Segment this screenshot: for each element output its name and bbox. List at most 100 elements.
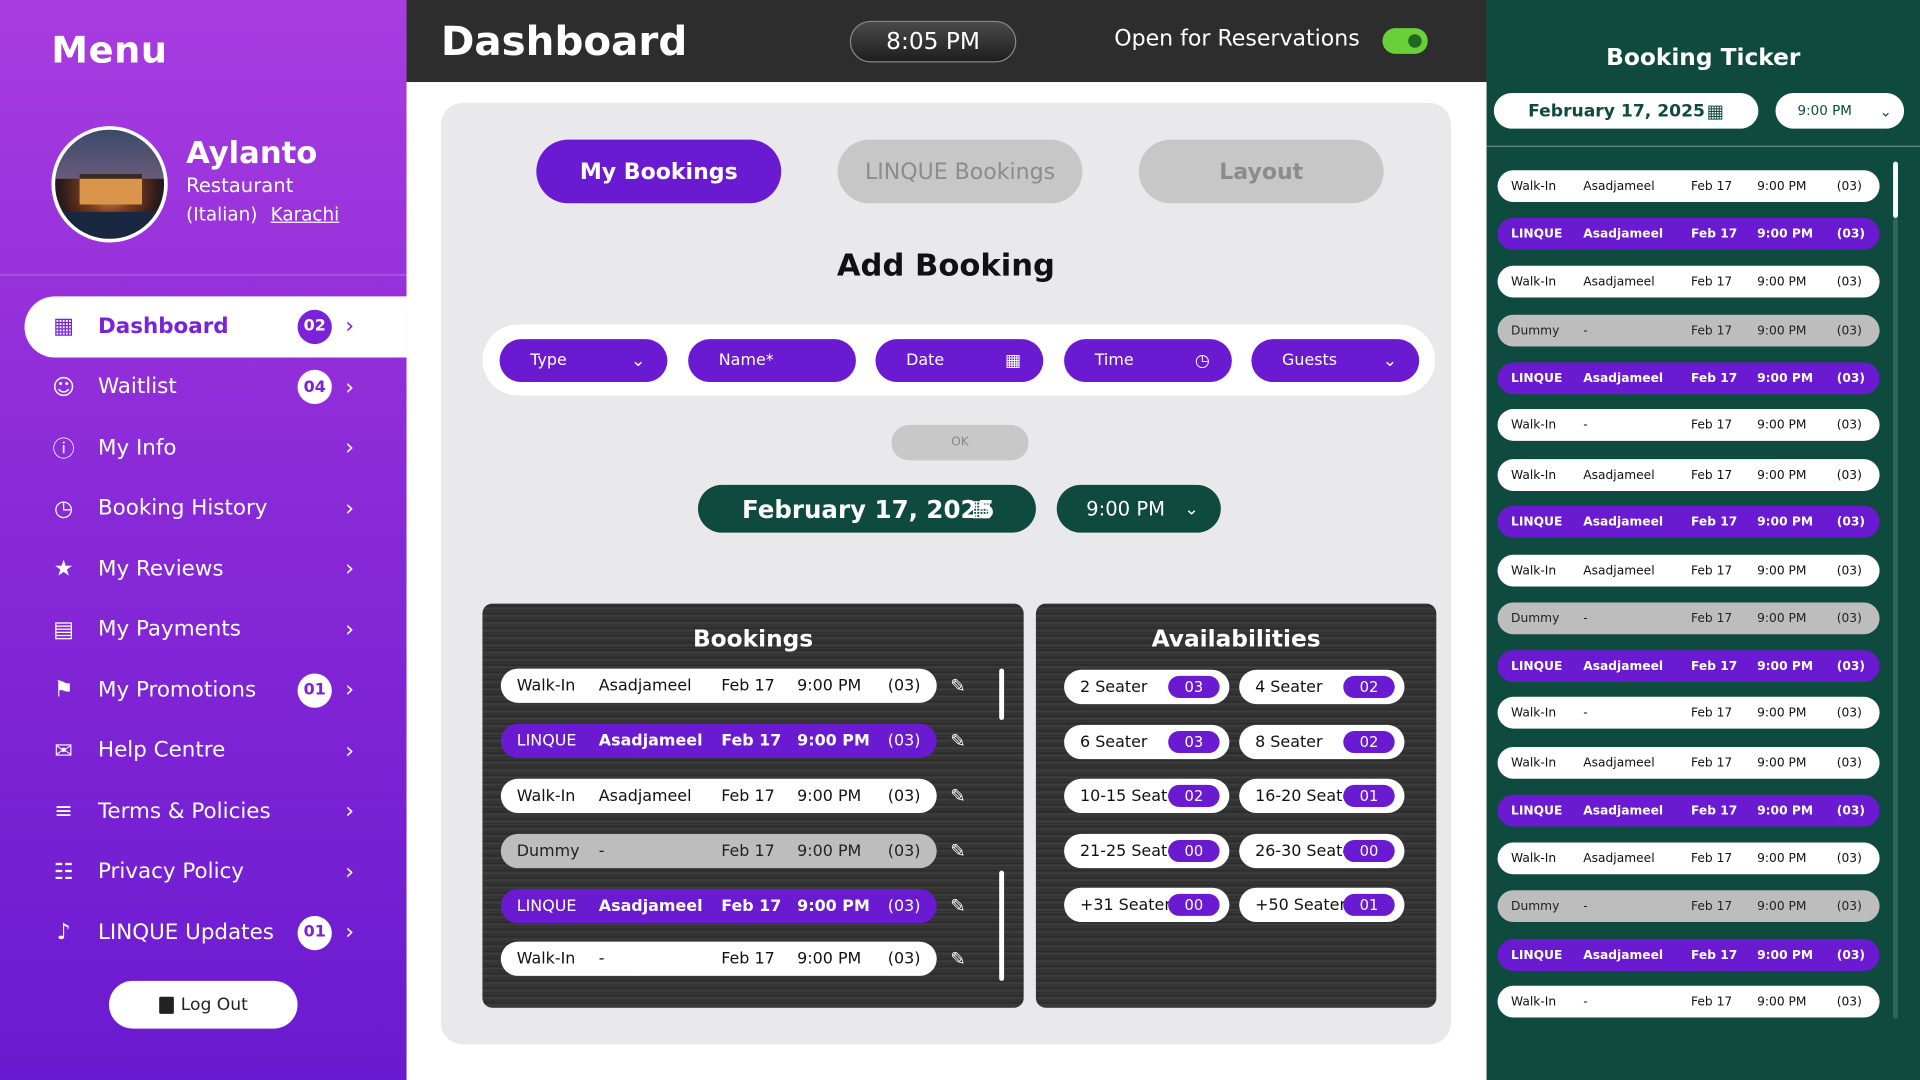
logout-button[interactable]: Log Out	[108, 980, 298, 1029]
restaurant-name: Aylanto	[186, 134, 318, 171]
pencil-icon[interactable]: ✎	[950, 730, 965, 752]
ticker-row[interactable]: LINQUE Asadjameel Feb 17 9:00 PM (03)	[1497, 217, 1880, 250]
ticker-time: 9:00 PM	[1757, 659, 1814, 673]
scrollbar-thumb[interactable]	[999, 668, 1005, 721]
type-select[interactable]: Type ⌄	[499, 339, 668, 383]
ticker-time: 9:00 PM	[1757, 994, 1807, 1009]
scrollbar-thumb[interactable]	[999, 870, 1005, 981]
ticker-time: 9:00 PM	[1757, 468, 1807, 482]
promotions-icon: ⚑	[53, 677, 74, 704]
ticker-time: 9:00 PM	[1757, 323, 1807, 338]
avatar[interactable]	[51, 126, 168, 243]
ticker-row[interactable]: Walk-In Asadjameel Feb 17 9:00 PM (03)	[1497, 265, 1880, 298]
clock-icon: ◷	[1194, 350, 1210, 371]
ticker-row[interactable]: Walk-In Asadjameel Feb 17 9:00 PM (03)	[1497, 842, 1880, 875]
booking-row[interactable]: LINQUE Asadjameel Feb 17 9:00 PM (03)	[500, 723, 937, 758]
pencil-icon[interactable]: ✎	[950, 840, 965, 862]
pencil-icon[interactable]: ✎	[950, 895, 965, 917]
ticker-date: Feb 17	[1691, 274, 1733, 289]
open-reservations-toggle[interactable]	[1382, 28, 1428, 54]
ticker-date: Feb 17	[1691, 994, 1733, 1009]
pencil-icon[interactable]: ✎	[950, 948, 965, 970]
booking-source: LINQUE	[516, 896, 577, 916]
sidebar-item-linque-updates[interactable]: ♪ LINQUE Updates 01 ›	[0, 902, 407, 963]
time-picker[interactable]: 9:00 PM ⌄	[1056, 484, 1221, 533]
ticker-row[interactable]: Walk-In Asadjameel Feb 17 9:00 PM (03)	[1497, 746, 1880, 779]
ticker-time: 9:00 PM	[1757, 948, 1814, 962]
ticker-row[interactable]: Walk-In - Feb 17 9:00 PM (03)	[1497, 408, 1880, 441]
sidebar-item-label: Waitlist	[97, 375, 177, 400]
availability-count: 00	[1168, 893, 1220, 916]
ticker-date: Feb 17	[1691, 418, 1733, 432]
count-badge: 01	[297, 915, 332, 950]
ticker-row[interactable]: LINQUE Asadjameel Feb 17 9:00 PM (03)	[1497, 650, 1880, 683]
top-header: Dashboard 8:05 PM Open for Reservations	[406, 0, 1487, 83]
time-field[interactable]: Time ◷	[1064, 339, 1232, 383]
ticker-row[interactable]: LINQUE Asadjameel Feb 17 9:00 PM (03)	[1497, 939, 1880, 972]
booking-name: -	[598, 949, 605, 968]
ticker-row[interactable]: Dummy - Feb 17 9:00 PM (03)	[1497, 602, 1880, 635]
booking-row[interactable]: LINQUE Asadjameel Feb 17 9:00 PM (03)	[500, 888, 937, 924]
sidebar-item-privacy-policy[interactable]: ☷ Privacy Policy ›	[0, 842, 407, 903]
date-field[interactable]: Date ▦	[875, 339, 1044, 383]
ticker-guests: (03)	[1836, 705, 1862, 720]
tab-my-bookings[interactable]: My Bookings	[536, 139, 782, 204]
tab-linque-bookings[interactable]: LINQUE Bookings	[837, 139, 1083, 204]
ticker-row[interactable]: LINQUE Asadjameel Feb 17 9:00 PM (03)	[1497, 362, 1880, 395]
sidebar-item-my-reviews[interactable]: ★ My Reviews ›	[0, 539, 407, 600]
ok-button[interactable]: OK	[891, 424, 1029, 461]
tab-layout[interactable]: Layout	[1138, 139, 1384, 204]
sidebar-item-help-centre[interactable]: ✉ Help Centre ›	[0, 721, 407, 782]
sidebar-item-waitlist[interactable]: ☺ Waitlist 04 ›	[0, 357, 407, 418]
ticker-name: Asadjameel	[1583, 948, 1664, 962]
restaurant-type: Restaurant	[186, 173, 294, 198]
booking-source: Dummy	[516, 841, 580, 861]
ticker-scrollbar-thumb[interactable]	[1893, 161, 1898, 218]
guests-label: Guests	[1282, 351, 1338, 370]
page-title: Dashboard	[440, 17, 688, 65]
guests-select[interactable]: Guests ⌄	[1251, 339, 1420, 383]
ticker-row[interactable]: Walk-In Asadjameel Feb 17 9:00 PM (03)	[1497, 459, 1880, 492]
ticker-row[interactable]: LINQUE Asadjameel Feb 17 9:00 PM (03)	[1497, 794, 1880, 827]
ticker-date-picker[interactable]: February 17, 2025 ▦	[1493, 93, 1759, 129]
booking-row[interactable]: Dummy - Feb 17 9:00 PM (03)	[500, 833, 937, 869]
ticker-row[interactable]: Dummy - Feb 17 9:00 PM (03)	[1497, 890, 1880, 923]
ticker-row[interactable]: LINQUE Asadjameel Feb 17 9:00 PM (03)	[1497, 505, 1880, 538]
sidebar-item-my-promotions[interactable]: ⚑ My Promotions 01 ›	[0, 660, 407, 721]
ticker-name: -	[1583, 611, 1588, 626]
open-reservations-label: Open for Reservations	[1114, 25, 1360, 52]
booking-row[interactable]: Walk-In Asadjameel Feb 17 9:00 PM (03)	[500, 778, 937, 814]
sidebar-item-booking-history[interactable]: ◷ Booking History ›	[0, 478, 407, 539]
ticker-row[interactable]: Walk-In - Feb 17 9:00 PM (03)	[1497, 985, 1880, 1018]
name-field[interactable]: Name*	[688, 339, 856, 383]
ticker-time-picker[interactable]: 9:00 PM ⌄	[1775, 93, 1905, 129]
availability-count: 02	[1343, 675, 1395, 698]
ticker-row[interactable]: Walk-In - Feb 17 9:00 PM (03)	[1497, 696, 1880, 729]
availability-count: 01	[1343, 784, 1395, 807]
ticker-scrollbar-track[interactable]	[1893, 217, 1898, 1019]
ticker-row[interactable]: Dummy - Feb 17 9:00 PM (03)	[1497, 314, 1880, 347]
sidebar-item-my-info[interactable]: ⓘ My Info ›	[0, 418, 407, 479]
ticker-row[interactable]: Walk-In Asadjameel Feb 17 9:00 PM (03)	[1497, 554, 1880, 587]
ticker-date: Feb 17	[1691, 851, 1733, 866]
booking-row[interactable]: Walk-In Asadjameel Feb 17 9:00 PM (03)	[500, 668, 937, 703]
sidebar-item-terms-policies[interactable]: ≡ Terms & Policies ›	[0, 781, 407, 842]
pencil-icon[interactable]: ✎	[950, 675, 965, 697]
clock-display: 8:05 PM	[849, 20, 1017, 63]
ticker-guests: (03)	[1836, 274, 1862, 289]
pencil-icon[interactable]: ✎	[950, 785, 965, 807]
availability-label: 6 Seater	[1080, 732, 1148, 752]
ticker-row[interactable]: Walk-In Asadjameel Feb 17 9:00 PM (03)	[1497, 170, 1880, 203]
ticker-time: 9:00 PM	[1757, 563, 1807, 578]
ticker-time: 9:00 PM	[1757, 851, 1807, 866]
user-clock-icon: ☺	[52, 374, 76, 401]
date-picker[interactable]: February 17, 2025 ▦	[697, 484, 1036, 533]
booking-row[interactable]: Walk-In - Feb 17 9:00 PM (03)	[500, 941, 937, 976]
availabilities-title: Availabilities	[1151, 625, 1321, 653]
ticker-source: LINQUE	[1511, 803, 1563, 818]
sidebar-item-my-payments[interactable]: ▤ My Payments ›	[0, 599, 407, 660]
ticker-time: 9:00 PM	[1757, 899, 1807, 913]
restaurant-city-link[interactable]: Karachi	[271, 203, 340, 225]
booking-date: Feb 17	[721, 896, 782, 916]
sidebar-item-dashboard[interactable]: ▦ Dashboard 02 ›	[24, 296, 407, 357]
